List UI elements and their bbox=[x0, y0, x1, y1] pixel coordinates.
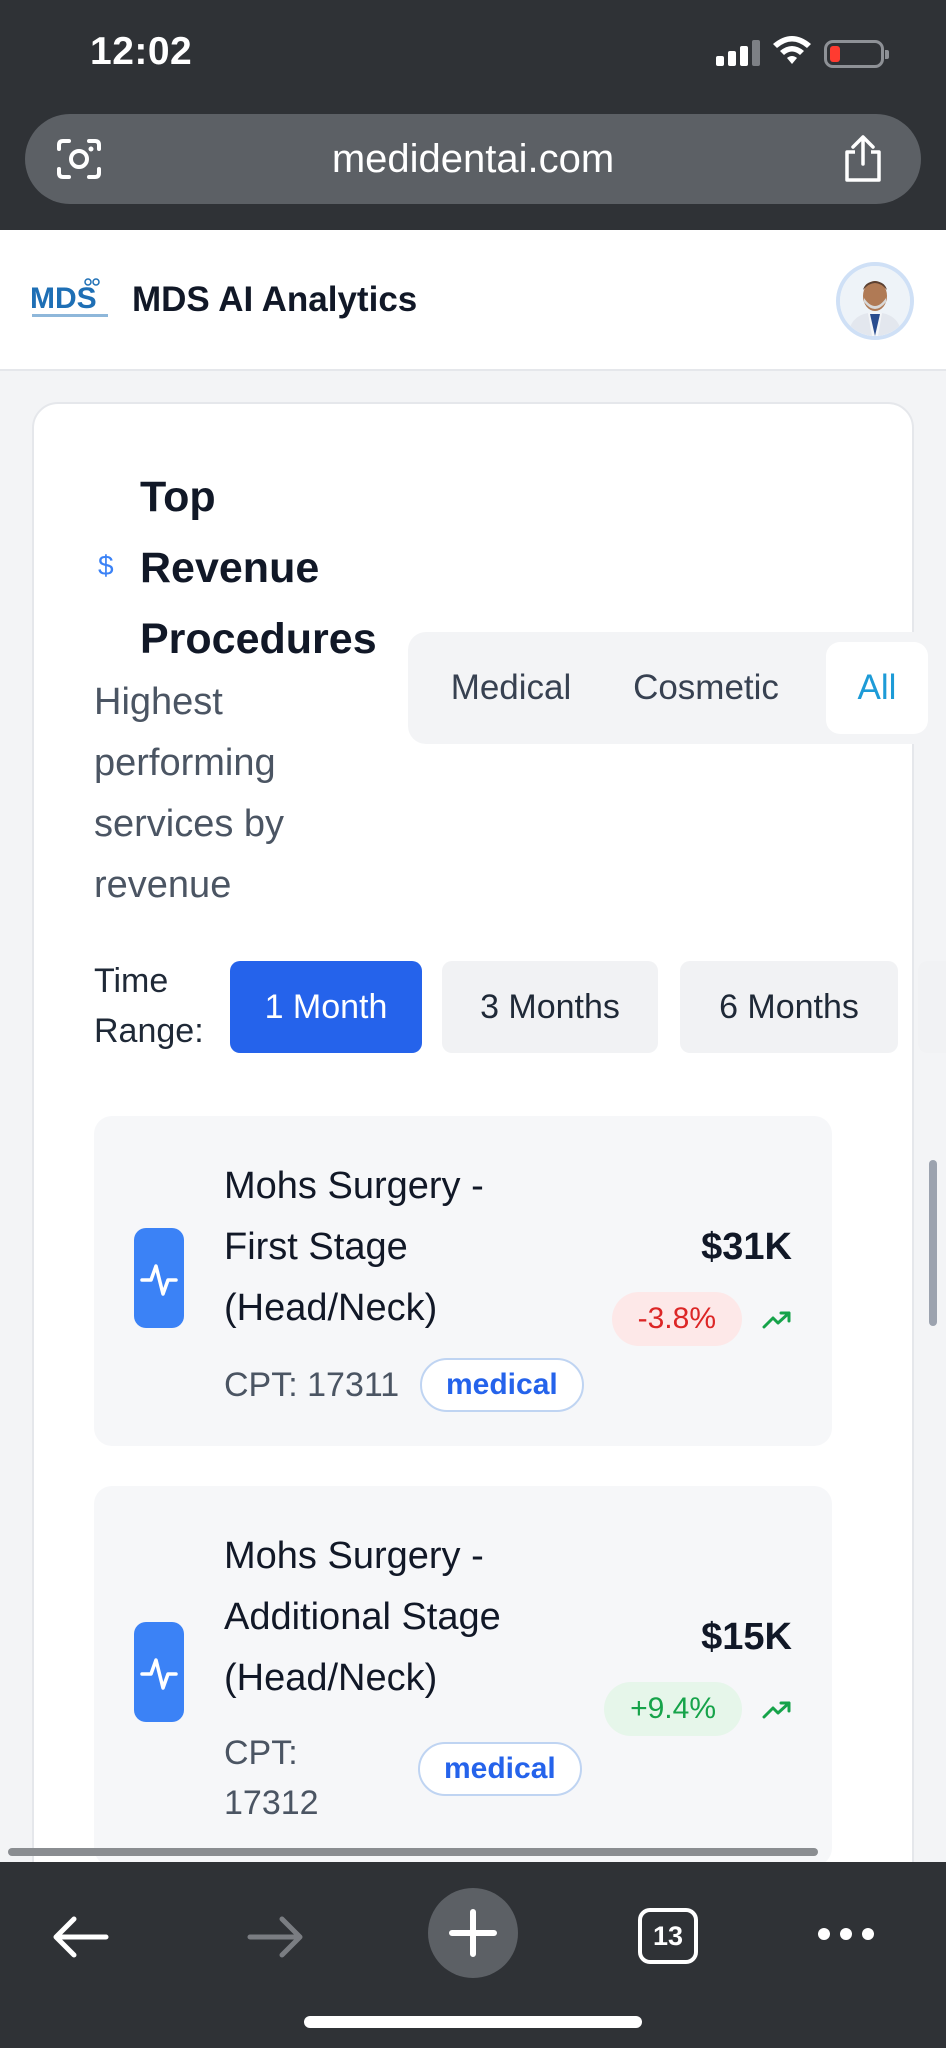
procedure-item[interactable]: Mohs Surgery - First Stage (Head/Neck) C… bbox=[94, 1116, 832, 1446]
user-avatar-image bbox=[840, 266, 910, 336]
plus-icon bbox=[449, 1909, 497, 1957]
dollar-icon: $ bbox=[98, 550, 114, 581]
procedure-name: Mohs Surgery - Additional Stage (Head/Ne… bbox=[224, 1535, 501, 1699]
vertical-scrollbar[interactable] bbox=[929, 1160, 937, 1326]
procedure-amount: $15K bbox=[701, 1616, 792, 1658]
forward-arrow-icon[interactable] bbox=[246, 1912, 306, 1962]
category-badge: medical bbox=[420, 1358, 584, 1412]
range-1-month[interactable]: 1 Month bbox=[230, 961, 422, 1053]
svg-text:MDS: MDS bbox=[30, 282, 97, 315]
mds-logo: MDS bbox=[30, 278, 108, 317]
web-page: MDS MDS AI Analytics $ Top Revenue Proce… bbox=[0, 230, 946, 1862]
category-filter: Medical Cosmetic All bbox=[408, 632, 936, 744]
browser-address-area: medidentai.com bbox=[0, 104, 946, 230]
battery-icon bbox=[824, 40, 889, 68]
trending-up-icon bbox=[762, 1311, 791, 1329]
status-bar: 12:02 bbox=[0, 0, 946, 104]
app-header: MDS MDS AI Analytics bbox=[0, 230, 946, 371]
procedure-cpt: CPT: 17312 bbox=[224, 1734, 319, 1822]
procedure-amount: $31K bbox=[701, 1226, 792, 1268]
more-options-icon[interactable] bbox=[816, 1924, 876, 1944]
new-tab-button[interactable] bbox=[428, 1888, 518, 1978]
activity-icon bbox=[134, 1622, 184, 1722]
filter-medical[interactable]: Medical bbox=[428, 632, 594, 744]
share-icon[interactable] bbox=[841, 134, 885, 184]
filter-cosmetic[interactable]: Cosmetic bbox=[616, 632, 796, 744]
address-bar[interactable]: medidentai.com bbox=[25, 114, 921, 204]
change-badge: -3.8% bbox=[611, 1292, 742, 1346]
procedure-item[interactable]: Mohs Surgery - Additional Stage (Head/Ne… bbox=[94, 1486, 832, 1862]
procedure-name: Mohs Surgery - First Stage (Head/Neck) bbox=[224, 1165, 484, 1329]
change-badge: +9.4% bbox=[604, 1682, 742, 1736]
avatar[interactable] bbox=[836, 262, 914, 340]
card-subtitle: Highest performing services by revenue bbox=[94, 681, 285, 906]
cellular-signal-icon bbox=[716, 40, 762, 66]
procedure-cpt: CPT: 17311 bbox=[224, 1366, 400, 1404]
home-indicator bbox=[304, 2016, 642, 2028]
browser-toolbar: 13 bbox=[0, 1862, 946, 2048]
horizontal-scrollbar[interactable] bbox=[8, 1848, 818, 1856]
tabs-button[interactable]: 13 bbox=[638, 1908, 698, 1964]
back-arrow-icon[interactable] bbox=[50, 1912, 110, 1962]
filter-all[interactable]: All bbox=[826, 642, 928, 734]
url-text[interactable]: medidentai.com bbox=[25, 114, 921, 204]
time-range-label: Time Range: bbox=[94, 962, 204, 1050]
app-title: MDS AI Analytics bbox=[132, 280, 418, 319]
card-title: Top Revenue Procedures bbox=[140, 473, 377, 663]
status-time: 12:02 bbox=[90, 30, 193, 73]
range-more-partial[interactable] bbox=[918, 961, 946, 1053]
range-3-months[interactable]: 3 Months bbox=[442, 961, 658, 1053]
range-6-months[interactable]: 6 Months bbox=[680, 961, 898, 1053]
wifi-icon bbox=[773, 36, 811, 64]
trending-up-icon bbox=[762, 1701, 791, 1719]
activity-icon bbox=[134, 1228, 184, 1328]
category-badge: medical bbox=[418, 1742, 582, 1796]
